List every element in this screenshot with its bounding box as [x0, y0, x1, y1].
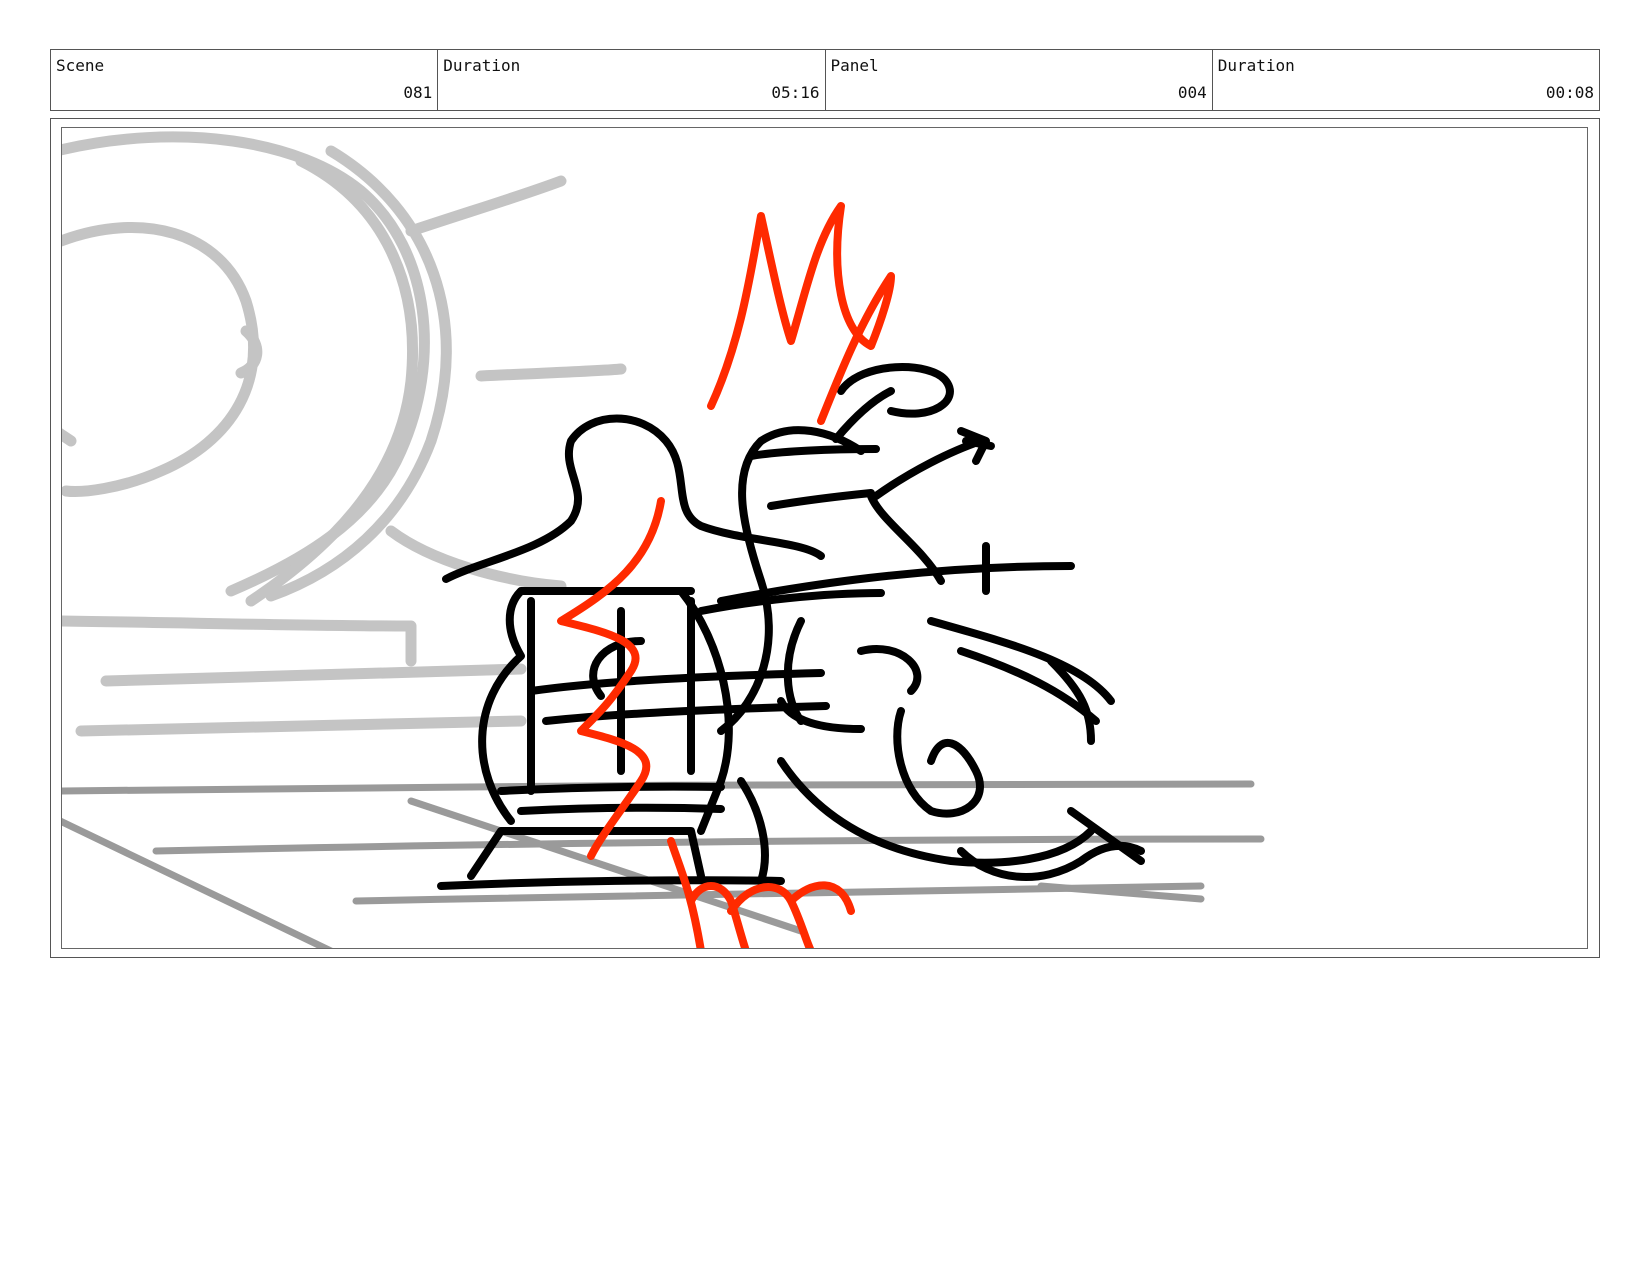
- effect-scream-top: [707, 202, 895, 425]
- panel-info-header: Scene 081 Duration 05:16 Panel 004 Durat…: [50, 49, 1600, 111]
- scene-number: 081: [403, 83, 433, 102]
- panel-number: 004: [1177, 83, 1207, 102]
- scene-duration-label: Duration: [443, 56, 521, 75]
- panel-sketch: [62, 131, 1265, 948]
- panel-duration-value: 00:08: [1545, 83, 1594, 102]
- scene-cell: Scene 081: [51, 50, 439, 110]
- panel-duration-label: Duration: [1217, 56, 1295, 75]
- panel-duration-cell: Duration 00:08: [1213, 50, 1599, 110]
- scene-duration-cell: Duration 05:16: [438, 50, 826, 110]
- storyboard-panel: [61, 127, 1588, 949]
- background-guide-sketch: [62, 131, 627, 737]
- scene-duration-value: 05:16: [771, 83, 820, 102]
- character-ink-sketch: [437, 363, 1145, 890]
- panel-label: Panel: [830, 56, 879, 75]
- scene-label: Scene: [56, 56, 105, 75]
- panel-cell: Panel 004: [826, 50, 1213, 110]
